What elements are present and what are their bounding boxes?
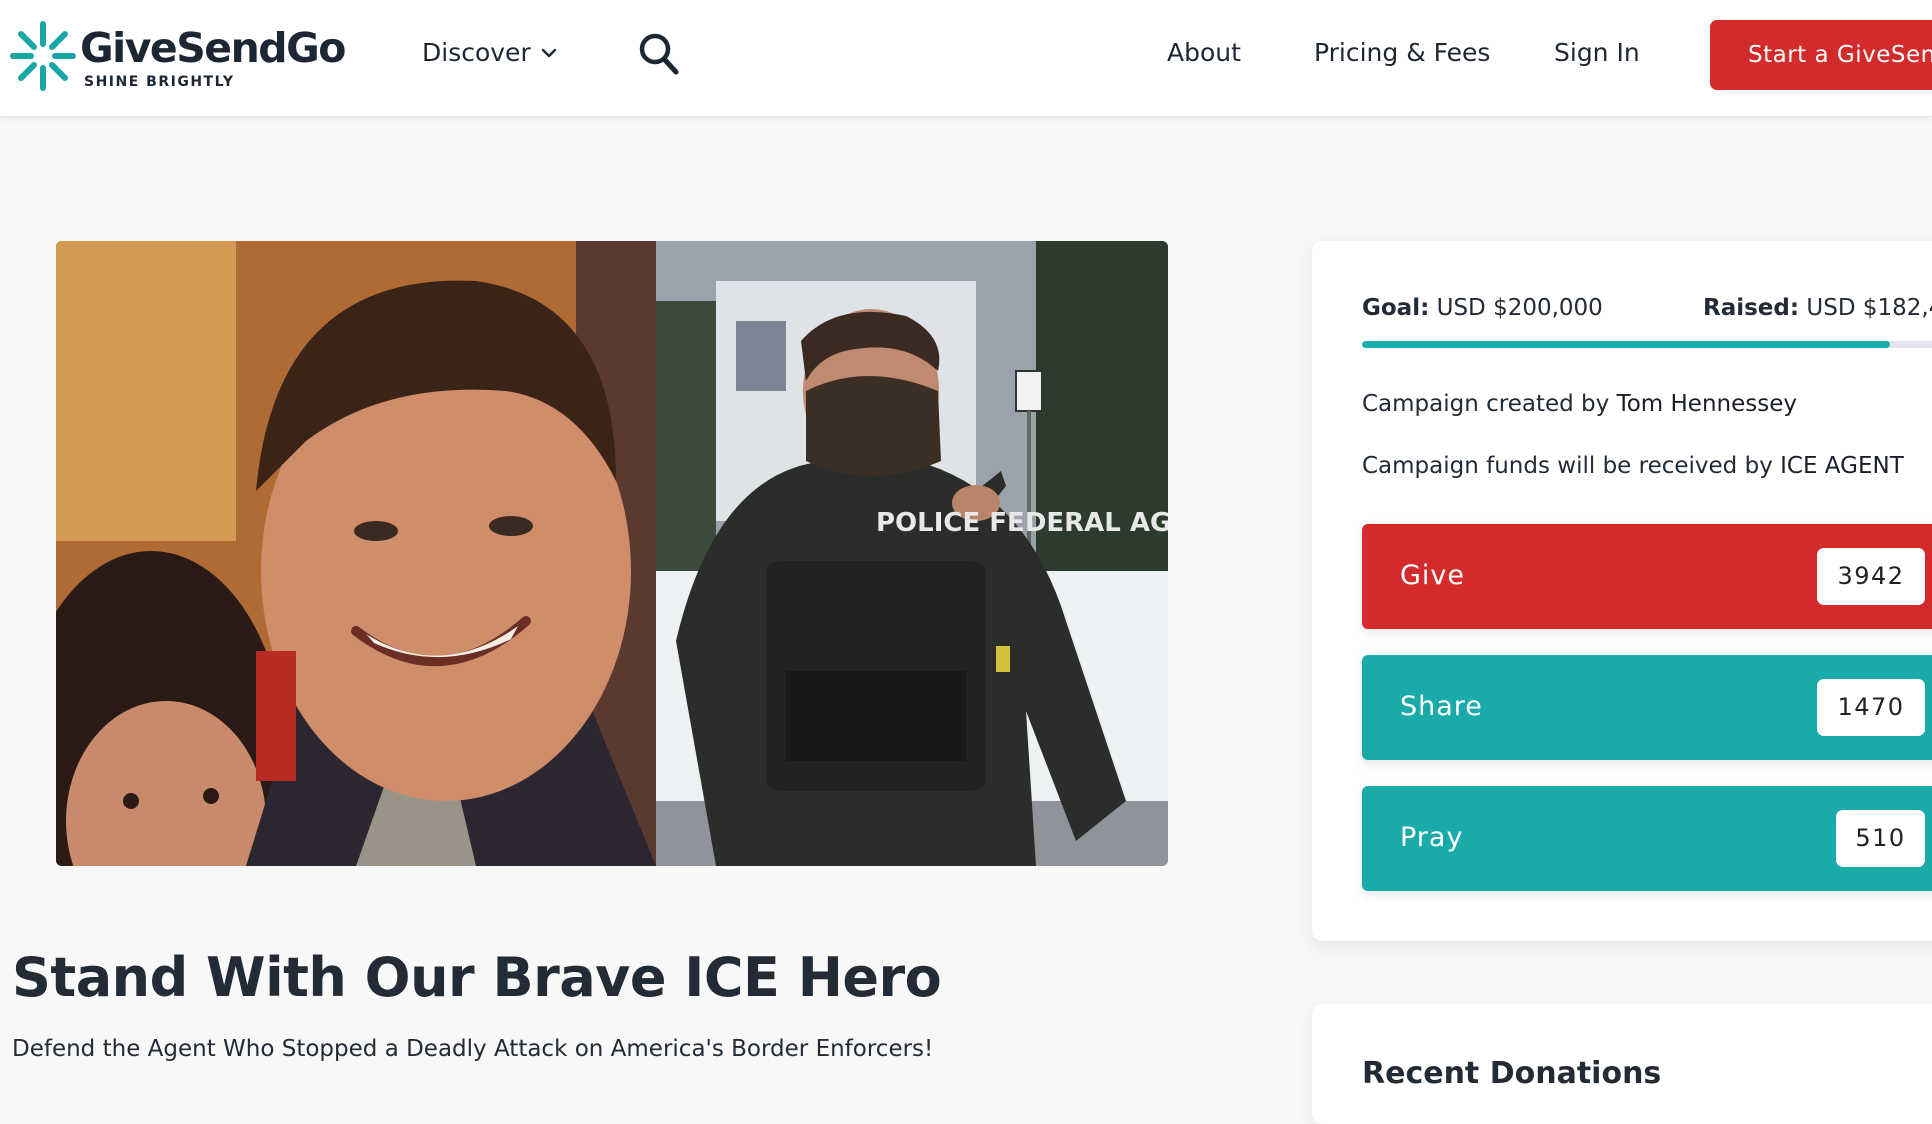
- goal-stat: Goal: USD $200,000: [1362, 295, 1603, 321]
- progress-bar: [1362, 341, 1932, 348]
- campaign-hero-image: POLICE FEDERAL AGENT: [56, 241, 1168, 866]
- donation-panel: Goal: USD $200,000 Raised: USD $182,4 Ca…: [1312, 241, 1932, 941]
- share-button-label: Share: [1400, 691, 1483, 722]
- give-button-label: Give: [1400, 560, 1466, 591]
- creator-name[interactable]: Tom Hennessey: [1617, 391, 1797, 417]
- search-icon: [639, 33, 679, 75]
- start-campaign-button[interactable]: Start a GiveSendGo: [1710, 20, 1932, 90]
- give-button[interactable]: Give 3942: [1362, 524, 1932, 629]
- logo-wordmark: GiveSendGo: [80, 24, 346, 72]
- givesendgo-logo[interactable]: GiveSendGo SHINE BRIGHTLY: [10, 20, 346, 92]
- nav-about-link[interactable]: About: [1167, 38, 1241, 67]
- search-button[interactable]: [638, 32, 680, 80]
- raised-stat: Raised: USD $182,4: [1703, 295, 1932, 321]
- nav-pricing-link[interactable]: Pricing & Fees: [1314, 38, 1490, 67]
- discover-menu[interactable]: Discover: [422, 38, 557, 67]
- hero-photo-selfie: [56, 241, 656, 866]
- logo-tagline: SHINE BRIGHTLY: [84, 74, 235, 90]
- pray-count-badge: 510: [1836, 810, 1925, 867]
- police-badge-text: POLICE FEDERAL AGENT: [876, 508, 1168, 538]
- chevron-down-icon: [541, 48, 556, 57]
- campaign-subtitle: Defend the Agent Who Stopped a Deadly At…: [12, 1036, 934, 1062]
- goal-label: Goal:: [1362, 295, 1430, 321]
- raised-value: USD $182,4: [1806, 295, 1932, 321]
- site-header: GiveSendGo SHINE BRIGHTLY Discover About…: [0, 0, 1932, 117]
- discover-label: Discover: [422, 38, 531, 67]
- pray-button[interactable]: Pray 510: [1362, 786, 1932, 891]
- recent-donations-card: Recent Donations: [1312, 1004, 1932, 1124]
- share-button[interactable]: Share 1470: [1362, 655, 1932, 760]
- give-count-badge: 3942: [1817, 548, 1925, 605]
- pray-button-label: Pray: [1400, 822, 1464, 853]
- progress-bar-fill: [1362, 341, 1890, 348]
- creator-prefix: Campaign created by: [1362, 391, 1610, 417]
- raised-label: Raised:: [1703, 295, 1800, 321]
- campaign-creator-line: Campaign created by Tom Hennessey: [1362, 391, 1797, 417]
- campaign-recipient-line: Campaign funds will be received by ICE A…: [1362, 453, 1904, 479]
- campaign-title: Stand With Our Brave ICE Hero: [12, 946, 942, 1009]
- recipient-prefix: Campaign funds will be received by: [1362, 453, 1773, 479]
- nav-signin-link[interactable]: Sign In: [1554, 38, 1640, 67]
- starburst-logo-icon: [10, 21, 76, 91]
- recent-donations-title: Recent Donations: [1362, 1056, 1662, 1091]
- agent-illustration: POLICE FEDERAL AGENT: [656, 241, 1168, 866]
- hero-photo-agent: POLICE FEDERAL AGENT: [656, 241, 1168, 866]
- goal-value: USD $200,000: [1436, 295, 1603, 321]
- recipient-name: ICE AGENT: [1780, 453, 1904, 479]
- selfie-illustration: [56, 241, 656, 866]
- share-count-badge: 1470: [1817, 679, 1925, 736]
